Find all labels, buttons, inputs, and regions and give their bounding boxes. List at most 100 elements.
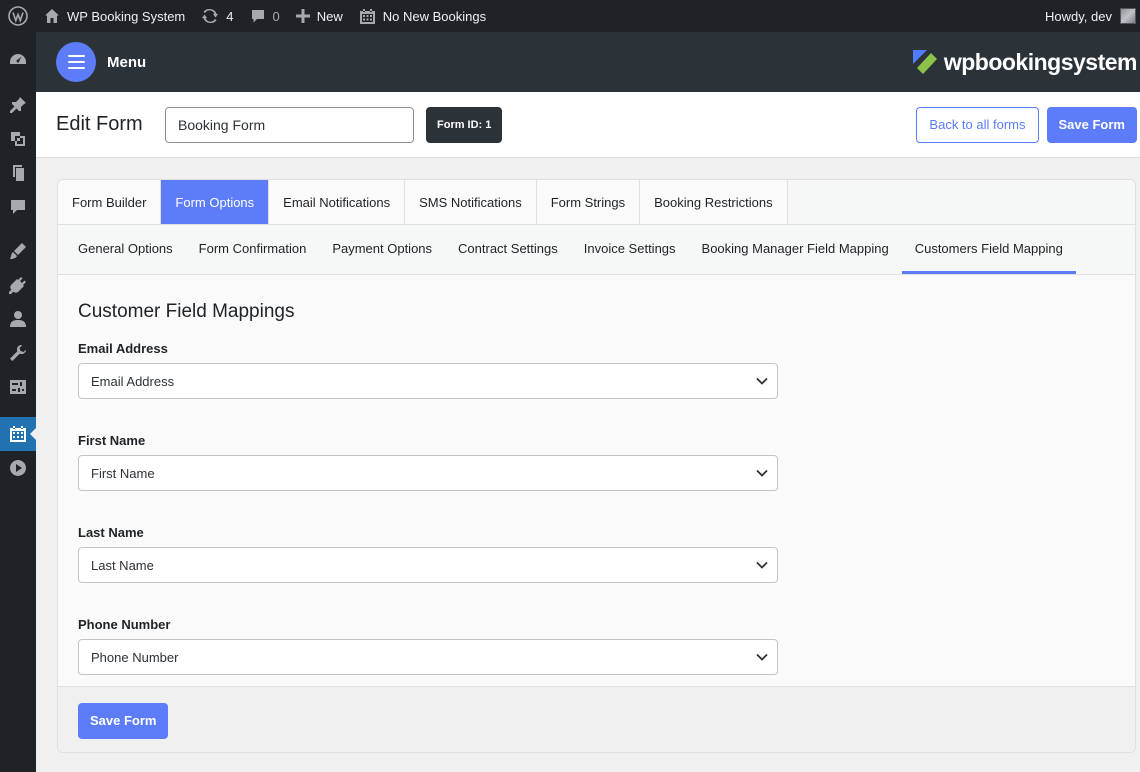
field-email-address: Email Address Email Address (78, 341, 1115, 399)
wordpress-icon (8, 6, 28, 26)
site-name-link[interactable]: WP Booking System (36, 0, 193, 32)
bookings-link[interactable]: No New Bookings (351, 0, 494, 32)
first-name-select[interactable]: First Name (78, 455, 778, 491)
tools-icon (10, 344, 27, 361)
site-name: WP Booking System (67, 8, 186, 24)
back-to-all-forms-button[interactable]: Back to all forms (916, 106, 1039, 143)
card-footer: Save Form (58, 686, 1135, 752)
chevron-down-icon (756, 377, 768, 385)
plugins-icon (9, 277, 26, 294)
media-icon (11, 132, 25, 146)
new-content-link[interactable]: New (288, 0, 351, 32)
subtab-contract-settings[interactable]: Contract Settings (445, 225, 571, 274)
menu-comments[interactable] (0, 190, 36, 224)
page-title: Edit Form (56, 113, 143, 135)
save-form-button-top[interactable]: Save Form (1046, 106, 1137, 143)
menu-settings[interactable] (0, 370, 36, 404)
menu-media-player[interactable] (0, 451, 36, 485)
phone-number-select[interactable]: Phone Number (78, 639, 778, 675)
subtab-booking-manager-field-mapping[interactable]: Booking Manager Field Mapping (689, 225, 902, 274)
avatar[interactable] (1120, 8, 1136, 24)
hamburger-icon-line (67, 55, 85, 57)
bookings-label: No New Bookings (382, 8, 487, 24)
comments-icon (11, 200, 25, 214)
menu-media[interactable] (0, 122, 36, 156)
main-tabs: Form Builder Form Options Email Notifica… (58, 180, 1135, 225)
field-label: Last Name (78, 525, 144, 540)
menu-dashboard[interactable] (0, 43, 36, 77)
admin-menu (0, 32, 36, 772)
new-label: New (316, 8, 343, 24)
subtab-customers-field-mapping[interactable]: Customers Field Mapping (901, 225, 1076, 274)
menu-pages[interactable] (0, 156, 36, 190)
menu-button[interactable] (56, 42, 96, 82)
menu-label[interactable]: Menu (107, 54, 146, 71)
home-icon (45, 9, 59, 23)
chevron-down-icon (756, 653, 768, 661)
brand-logo-icon (912, 50, 937, 74)
tab-sms-notifications[interactable]: SMS Notifications (405, 180, 537, 224)
appearance-icon (10, 243, 26, 259)
play-icon (10, 460, 27, 476)
field-mapping-content: Customer Field Mappings Email Address Em… (58, 275, 1135, 675)
wordpress-logo-button[interactable] (0, 0, 36, 32)
field-phone-number: Phone Number Phone Number (78, 617, 1115, 675)
chevron-down-icon (756, 561, 768, 569)
menu-tools[interactable] (0, 336, 36, 370)
field-label: Phone Number (78, 617, 171, 632)
field-first-name: First Name First Name (78, 433, 1115, 491)
updates-link[interactable]: 4 (193, 0, 241, 32)
settings-icon (10, 380, 26, 394)
field-label: Email Address (78, 341, 168, 356)
comments-count: 0 (272, 8, 280, 24)
tab-form-builder[interactable]: Form Builder (58, 180, 162, 224)
tabs-spacer (787, 180, 1135, 224)
tab-form-options[interactable]: Form Options (161, 180, 270, 224)
menu-appearance[interactable] (0, 234, 36, 268)
tab-form-strings[interactable]: Form Strings (536, 180, 641, 224)
save-form-button-bottom[interactable]: Save Form (78, 702, 169, 739)
menu-posts[interactable] (0, 88, 36, 122)
form-name-input[interactable] (165, 106, 414, 143)
menu-wp-booking-system[interactable] (0, 417, 36, 451)
calendar-icon (10, 426, 26, 442)
howdy-user-link[interactable]: Howdy, dev (1045, 9, 1112, 24)
dashboard-icon (10, 54, 26, 64)
chevron-down-icon (756, 469, 768, 477)
title-row: Edit Form Form ID: 1 Back to all forms S… (36, 92, 1140, 158)
hamburger-icon-line (67, 67, 85, 69)
subtab-invoice-settings[interactable]: Invoice Settings (571, 225, 689, 274)
calendar-icon (359, 8, 375, 24)
subtab-general-options[interactable]: General Options (65, 225, 186, 274)
select-value: Email Address (91, 373, 175, 389)
last-name-select[interactable]: Last Name (78, 547, 778, 583)
tab-email-notifications[interactable]: Email Notifications (269, 180, 406, 224)
select-value: Last Name (91, 557, 154, 573)
plus-icon (295, 9, 310, 23)
brand-text: wpbookingsystem (943, 48, 1138, 75)
field-last-name: Last Name Last Name (78, 525, 1115, 583)
users-icon (10, 311, 26, 327)
brand-logo: wpbookingsystem (911, 48, 1138, 76)
section-title: Customer Field Mappings (78, 301, 295, 322)
field-label: First Name (78, 433, 146, 448)
subtab-form-confirmation[interactable]: Form Confirmation (186, 225, 320, 274)
select-value: First Name (91, 465, 155, 481)
comments-link[interactable]: 0 (242, 0, 288, 32)
comment-icon (251, 10, 264, 23)
form-options-card: Form Builder Form Options Email Notifica… (57, 179, 1136, 753)
hamburger-icon-line (67, 61, 85, 63)
pages-icon (13, 165, 24, 181)
updates-count: 4 (226, 8, 234, 24)
form-id-badge: Form ID: 1 (426, 106, 503, 143)
tab-booking-restrictions[interactable]: Booking Restrictions (640, 180, 788, 224)
menu-plugins[interactable] (0, 268, 36, 302)
pin-icon (10, 97, 26, 113)
menu-users[interactable] (0, 302, 36, 336)
sub-tabs: General Options Form Confirmation Paymen… (58, 225, 1135, 275)
subtab-payment-options[interactable]: Payment Options (319, 225, 445, 274)
admin-bar: WP Booking System 4 0 New No New Booking… (0, 0, 1140, 32)
select-value: Phone Number (91, 649, 179, 665)
updates-icon (202, 8, 219, 24)
email-address-select[interactable]: Email Address (78, 363, 778, 399)
